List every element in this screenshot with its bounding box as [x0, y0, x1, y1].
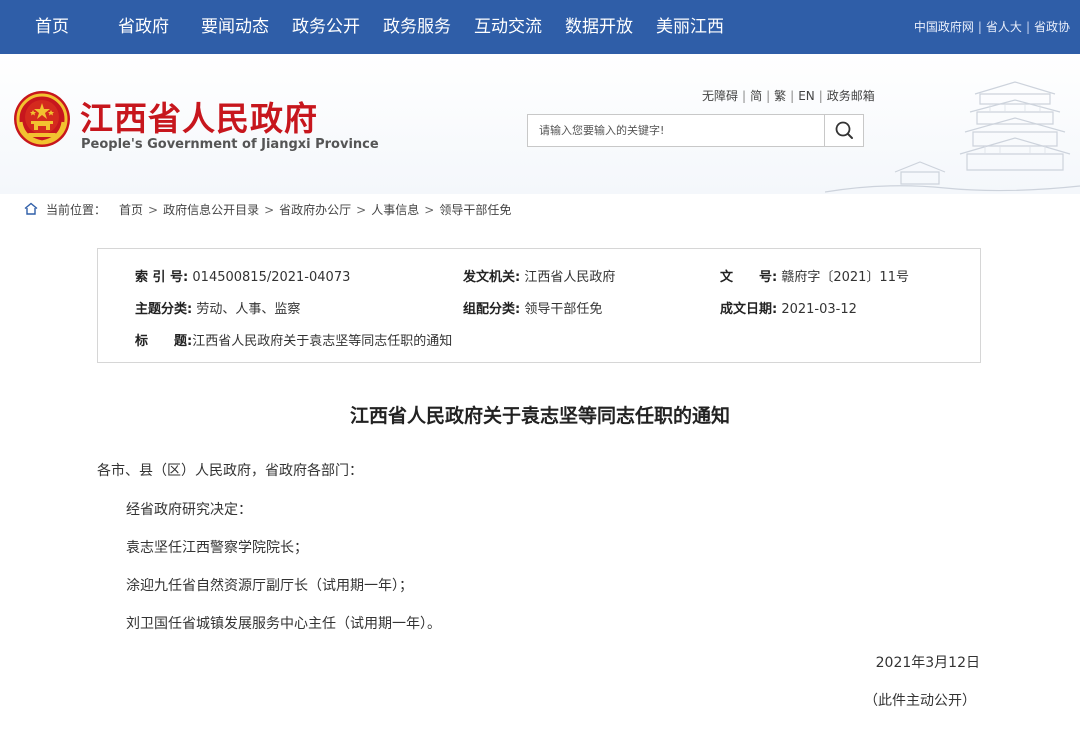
separator: |	[818, 89, 823, 103]
nav-item-open-data[interactable]: 数据开放	[565, 0, 633, 54]
article-salutation: 各市、县（区）人民政府，省政府各部门：	[97, 463, 363, 479]
breadcrumb-cadre-appointment[interactable]: 领导干部任免	[439, 203, 511, 217]
link-provincial-congress[interactable]: 省人大	[986, 20, 1022, 34]
breadcrumb-separator: >	[356, 203, 367, 217]
site-header: 江西省人民政府 People's Government of Jiangxi P…	[0, 54, 1080, 194]
meta-issuing-authority: 发文机关: 江西省人民政府	[463, 266, 615, 285]
separator: |	[1025, 20, 1030, 34]
meta-date-value: 2021-03-12	[781, 302, 857, 317]
breadcrumb-info-catalog[interactable]: 政府信息公开目录	[163, 203, 259, 217]
nav-item-home[interactable]: 首页	[35, 0, 69, 54]
separator: |	[742, 89, 747, 103]
tengwang-pavilion-illustration-icon	[825, 81, 1080, 193]
meta-topic-value: 劳动、人事、监察	[196, 302, 301, 317]
meta-doc-no-value: 赣府字〔2021〕11号	[781, 270, 909, 285]
meta-index-label: 索 引 号:	[135, 270, 189, 285]
separator: |	[766, 89, 771, 103]
article-paragraph: 袁志坚任江西警察学院院长；	[126, 540, 308, 556]
link-simplified-chinese[interactable]: 简	[750, 89, 762, 103]
article-paragraph: 刘卫国任省城镇发展服务中心主任（试用期一年）。	[126, 616, 441, 632]
meta-topic-label: 主题分类:	[135, 302, 193, 317]
meta-group-value: 领导干部任免	[524, 302, 603, 317]
link-china-government[interactable]: 中国政府网	[914, 20, 974, 34]
meta-topic: 主题分类: 劳动、人事、监察	[135, 298, 300, 317]
national-emblem-icon	[14, 91, 70, 147]
site-title-english: People's Government of Jiangxi Province	[81, 137, 379, 152]
meta-issuer-label: 发文机关:	[463, 270, 521, 285]
nav-item-news[interactable]: 要闻动态	[201, 0, 269, 54]
article-paragraph: 经省政府研究决定：	[126, 502, 252, 518]
breadcrumb-separator: >	[148, 203, 159, 217]
breadcrumb-separator: >	[424, 203, 435, 217]
meta-date-label: 成文日期:	[720, 302, 778, 317]
breadcrumb-path: 首页 > 政府信息公开目录 > 省政府办公厅 > 人事信息 > 领导干部任免	[119, 201, 511, 218]
meta-index-value: 014500815/2021-04073	[192, 270, 351, 285]
meta-doc-no-label: 文 号:	[720, 270, 778, 285]
site-title: 江西省人民政府	[80, 99, 318, 138]
document-metadata-box: 索 引 号: 014500815/2021-04073 发文机关: 江西省人民政…	[97, 248, 981, 363]
meta-document-number: 文 号: 赣府字〔2021〕11号	[720, 266, 909, 285]
meta-group-category: 组配分类: 领导干部任免	[463, 298, 602, 317]
nav-item-government-services[interactable]: 政务服务	[383, 0, 451, 54]
article-title: 江西省人民政府关于袁志坚等同志任职的通知	[349, 405, 730, 427]
breadcrumb-separator: >	[264, 203, 275, 217]
meta-title-label: 标 题:	[135, 334, 193, 349]
meta-title: 标 题:江西省人民政府关于袁志坚等同志任职的通知	[135, 330, 452, 349]
link-traditional-chinese[interactable]: 繁	[774, 89, 786, 103]
separator: |	[977, 20, 982, 34]
meta-group-label: 组配分类:	[463, 302, 521, 317]
link-english[interactable]: EN	[798, 89, 815, 103]
article-date: 2021年3月12日	[875, 655, 980, 671]
nav-item-government-affairs-disclosure[interactable]: 政务公开	[292, 0, 360, 54]
link-accessibility[interactable]: 无障碍	[702, 89, 738, 103]
top-external-links: 中国政府网 | 省人大 | 省政协	[914, 0, 1070, 54]
article-paragraph: 涂迎九任省自然资源厅副厅长（试用期一年）；	[126, 578, 413, 594]
breadcrumb-label: 当前位置：	[46, 203, 107, 217]
nav-item-interaction[interactable]: 互动交流	[474, 0, 542, 54]
meta-title-value: 江西省人民政府关于袁志坚等同志任职的通知	[192, 334, 453, 349]
home-icon	[24, 202, 38, 215]
article-disclosure-note: （此件主动公开）	[864, 693, 976, 709]
search-input[interactable]	[528, 115, 825, 146]
top-navigation-bar: 首页 省政府 要闻动态 政务公开 政务服务 互动交流 数据开放 美丽江西 中国政…	[0, 0, 1080, 54]
meta-index-number: 索 引 号: 014500815/2021-04073	[135, 266, 350, 285]
breadcrumb-general-office[interactable]: 省政府办公厅	[279, 203, 351, 217]
breadcrumb-personnel-info[interactable]: 人事信息	[371, 203, 419, 217]
nav-item-provincial-government[interactable]: 省政府	[118, 0, 169, 54]
separator: |	[790, 89, 795, 103]
link-provincial-cppcc[interactable]: 省政协	[1034, 20, 1070, 34]
meta-written-date: 成文日期: 2021-03-12	[720, 298, 857, 317]
nav-item-beautiful-jiangxi[interactable]: 美丽江西	[656, 0, 724, 54]
search-box	[527, 114, 864, 147]
breadcrumb-home[interactable]: 首页	[119, 203, 143, 217]
meta-issuer-value: 江西省人民政府	[524, 270, 616, 285]
